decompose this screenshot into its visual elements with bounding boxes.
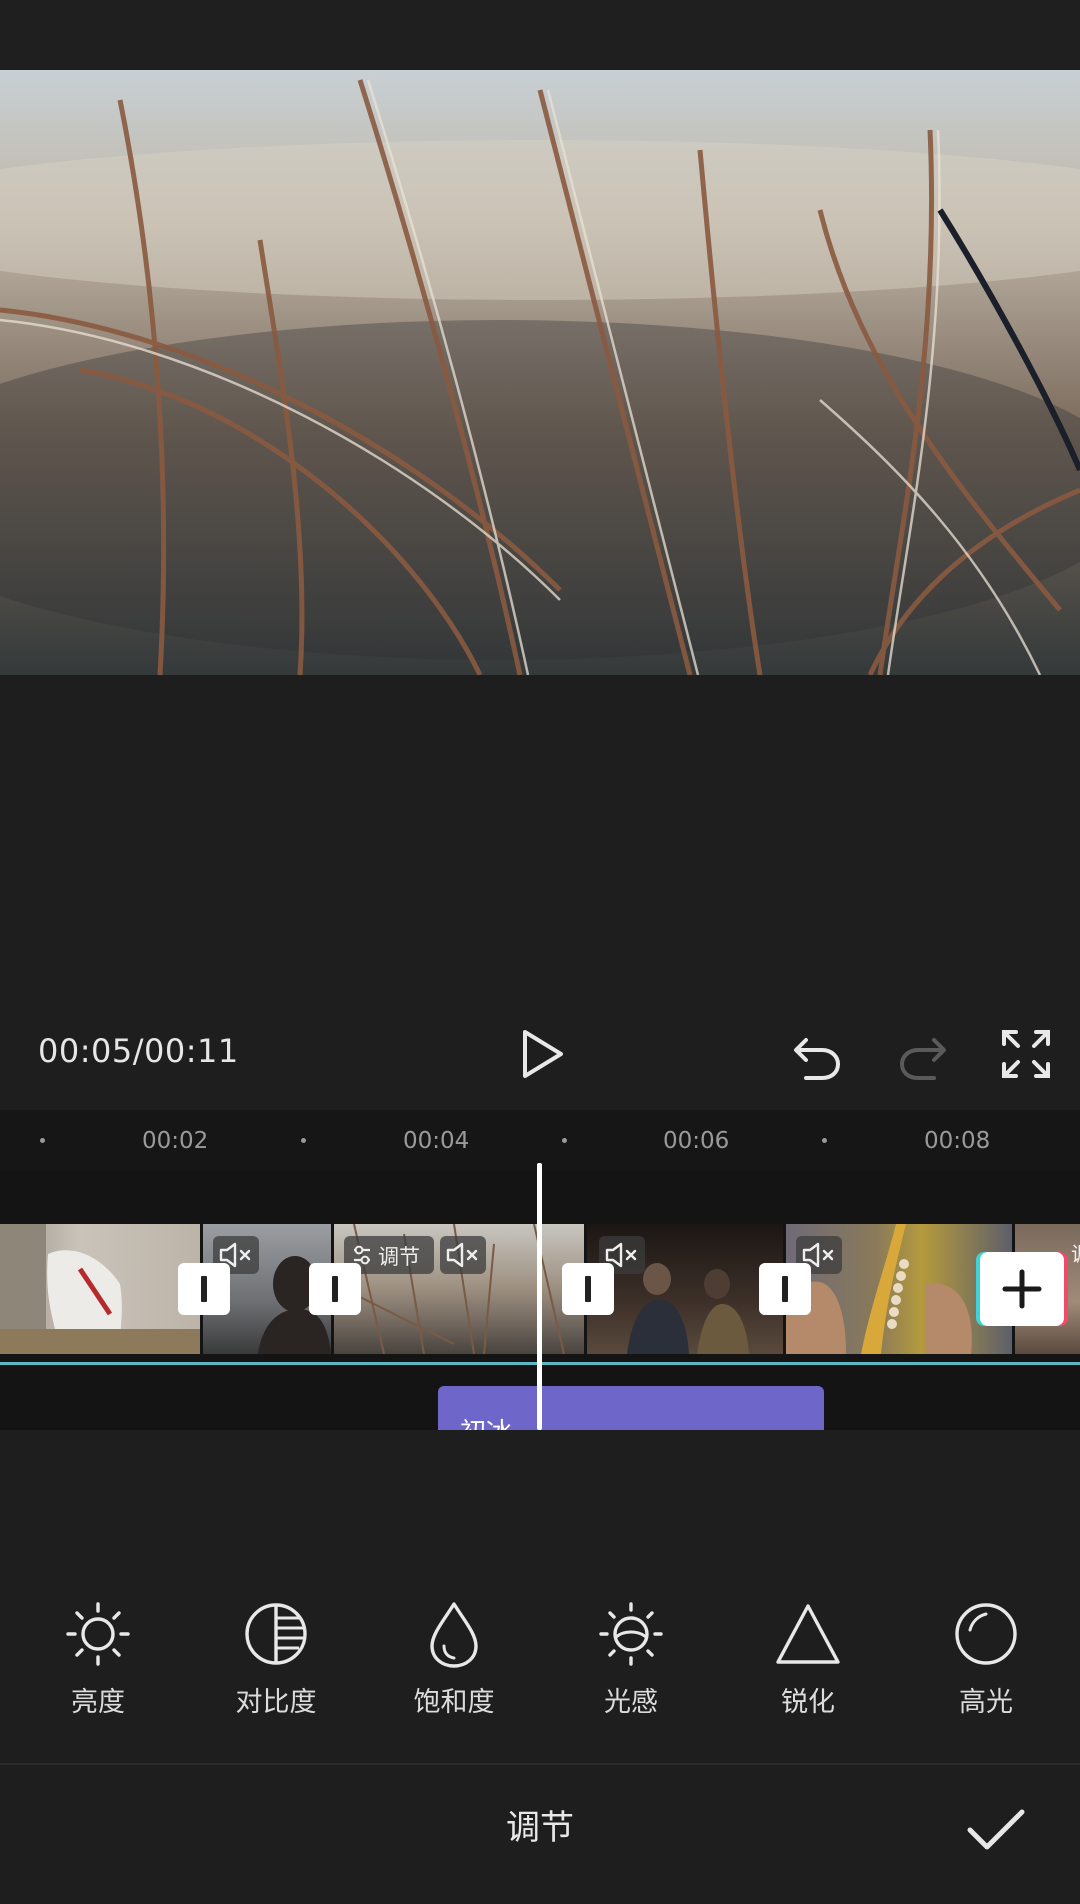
- divider: [0, 1763, 1080, 1765]
- video-clip[interactable]: [0, 1224, 200, 1354]
- ruler-tick: 00:04: [403, 1128, 470, 1154]
- play-icon: [523, 1030, 563, 1078]
- speaker-muted-icon: [446, 1242, 478, 1268]
- tool-highlight[interactable]: 高光: [911, 1598, 1061, 1719]
- video-clip-selected[interactable]: 调节: [334, 1224, 584, 1354]
- redo-button[interactable]: [892, 1024, 952, 1084]
- sun-icon: [66, 1602, 130, 1666]
- confirm-button[interactable]: [960, 1800, 1030, 1860]
- clip-tag-cut-off: 调: [1071, 1238, 1080, 1267]
- ruler-dot: [562, 1138, 567, 1143]
- ruler-dot: [40, 1138, 45, 1143]
- redo-icon: [899, 1038, 946, 1080]
- frosted-grass-image: [0, 70, 1080, 675]
- tool-light-sense[interactable]: 光感: [556, 1598, 706, 1719]
- tool-contrast[interactable]: 对比度: [201, 1598, 351, 1719]
- transition-button[interactable]: [309, 1263, 361, 1315]
- tool-label: 饱和度: [413, 1687, 495, 1718]
- plus-icon: [1002, 1269, 1042, 1309]
- tool-label: 光感: [604, 1687, 658, 1718]
- droplet-icon: [430, 1602, 478, 1668]
- light-sense-icon: [599, 1602, 663, 1666]
- ruler-dot: [822, 1138, 827, 1143]
- tool-label: 高光: [959, 1687, 1013, 1718]
- mute-badge[interactable]: [440, 1236, 486, 1274]
- fullscreen-icon: [1002, 1030, 1050, 1078]
- triangle-icon: [776, 1604, 840, 1664]
- clip-thumbnail-horse: [0, 1224, 200, 1354]
- top-bar: [0, 0, 1080, 70]
- playhead[interactable]: [537, 1163, 542, 1430]
- play-button[interactable]: [511, 1024, 571, 1084]
- time-readout: 00:05/00:11: [38, 1032, 239, 1070]
- transition-button[interactable]: [759, 1263, 811, 1315]
- ruler-tick: 00:06: [663, 1128, 730, 1154]
- tool-label: 对比度: [235, 1687, 317, 1718]
- transition-button[interactable]: [178, 1263, 230, 1315]
- ruler-tick: 00:02: [142, 1128, 209, 1154]
- tool-brightness[interactable]: 亮度: [23, 1598, 173, 1719]
- adjust-tag-label: 调节: [378, 1245, 420, 1269]
- tool-saturation[interactable]: 饱和度: [379, 1598, 529, 1719]
- ruler-tick: 00:08: [924, 1128, 991, 1154]
- checkmark-icon: [967, 1809, 1025, 1850]
- video-clip[interactable]: [786, 1224, 1012, 1354]
- tool-label: 锐化: [781, 1687, 835, 1718]
- video-preview[interactable]: [0, 70, 1080, 675]
- ruler-dot: [301, 1138, 306, 1143]
- highlight-circle-icon: [955, 1603, 1017, 1665]
- tool-label: 亮度: [71, 1687, 125, 1718]
- panel-title: 调节: [506, 1808, 574, 1848]
- transition-button[interactable]: [562, 1263, 614, 1315]
- video-clip[interactable]: [587, 1224, 783, 1354]
- undo-button[interactable]: [788, 1024, 848, 1084]
- undo-icon: [794, 1038, 841, 1080]
- fullscreen-button[interactable]: [996, 1024, 1056, 1084]
- add-clip-button[interactable]: [980, 1252, 1064, 1326]
- filter-track-block[interactable]: 初冰: [438, 1386, 824, 1430]
- contrast-icon: [245, 1603, 307, 1665]
- tool-sharpen[interactable]: 锐化: [733, 1598, 883, 1719]
- filter-label: 初冰: [460, 1412, 512, 1430]
